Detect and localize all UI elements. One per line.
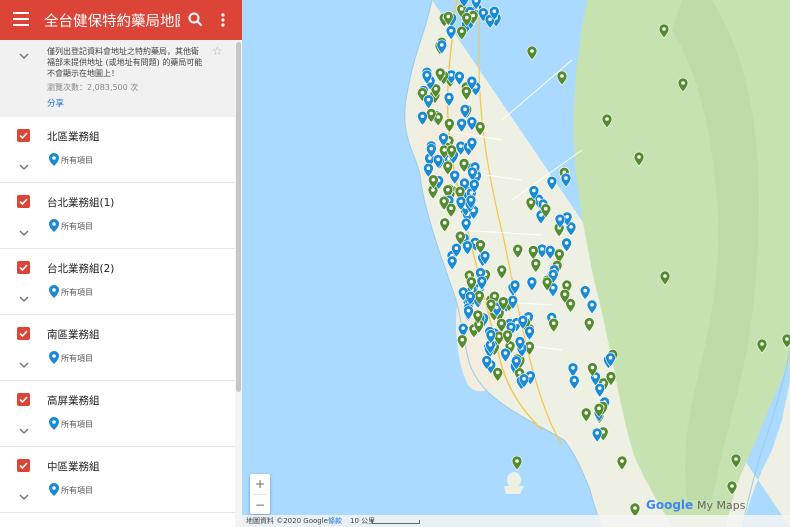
layer-items-label: 所有項目 [61,420,93,429]
layer-name[interactable]: 台北業務組(2) [47,261,114,276]
more-vert-icon[interactable] [215,10,231,30]
pin-icon [49,351,59,364]
layer-name[interactable]: 台北業務組(1) [47,195,114,210]
map-footer: 地圖資料 ©2020 Google 條款 10 公里 [242,515,790,527]
layer-items-label: 所有項目 [61,354,93,363]
expand-icon[interactable] [18,421,30,435]
layer-row: 中區業務組所有項目 [0,447,235,513]
layer-checkbox[interactable] [17,459,30,472]
map-description: 僅列出登記資料會地址之特約藥局，其他衛福部未提供地址 (或地址有問題) 的藥局可… [0,40,235,117]
header-bar: 全台健保特約藥局地圖 ... [0,0,242,40]
layer-row: 台北業務組(2) 所有項目 [0,249,235,315]
layer-checkbox[interactable] [17,129,30,142]
scale-bar [372,520,420,524]
my-maps-text: My Maps [697,499,746,512]
zoom-out-button[interactable]: − [250,495,270,515]
app: 全台健保特約藥局地圖 ... 僅列出登記資料會地址之特約藥局，其他衛福部未提供地… [0,0,790,527]
expand-icon[interactable] [18,355,30,369]
layer-row: 北區業務組所有項目 [0,117,235,183]
map-data-attribution: 地圖資料 ©2020 Google [246,517,328,525]
layer-row: 台北業務組(1) 所有項目 [0,183,235,249]
map-basemap [242,0,790,527]
menu-icon[interactable] [13,12,29,26]
pin-icon [49,153,59,166]
layer-items-label: 所有項目 [61,486,93,495]
google-logo-text: Google [646,498,694,512]
layer-name[interactable]: 北區業務組 [47,129,100,144]
pin-icon [49,219,59,232]
layer-items-label: 所有項目 [61,288,93,297]
layer-name[interactable]: 南區業務組 [47,327,100,342]
pin-icon [49,417,59,430]
view-count: 瀏覽次數：2,083,500 次 [47,83,139,92]
layer-checkbox[interactable] [17,261,30,274]
expand-icon[interactable] [18,223,30,237]
layer-items-label: 所有項目 [61,222,93,231]
search-icon[interactable] [186,10,206,30]
terms-link[interactable]: 條款 [328,516,342,526]
layer-row: 高屏業務組所有項目 [0,381,235,447]
star-icon[interactable]: ☆ [212,44,223,58]
description-text: 僅列出登記資料會地址之特約藥局，其他衛福部未提供地址 (或地址有問題) 的藥局可… [47,47,203,78]
pin-icon [49,483,59,496]
layer-checkbox[interactable] [17,393,30,406]
sidebar: 全台健保特約藥局地圖 ... 僅列出登記資料會地址之特約藥局，其他衛福部未提供地… [0,0,242,527]
layer-items-label: 所有項目 [61,156,93,165]
layer-row: 南區業務組所有項目 [0,315,235,381]
layer-name[interactable]: 高屏業務組 [47,393,100,408]
expand-icon[interactable] [18,487,30,501]
map-canvas[interactable]: + − Google My Maps 地圖資料 ©2020 Google 條款 … [242,0,790,527]
expand-icon[interactable] [18,289,30,303]
layer-checkbox[interactable] [17,327,30,340]
zoom-control: + − [250,474,270,514]
collapse-icon[interactable] [18,46,30,60]
share-link[interactable]: 分享 [47,97,64,109]
island [507,472,521,488]
scrollbar-thumb[interactable] [236,42,241,392]
layer-name[interactable]: 中區業務組 [47,459,100,474]
expand-icon[interactable] [18,157,30,171]
layer-checkbox[interactable] [17,195,30,208]
google-my-maps-logo: Google My Maps [646,498,745,512]
map-title[interactable]: 全台健保特約藥局地圖 ... [44,10,180,31]
pin-icon [49,285,59,298]
zoom-in-button[interactable]: + [250,474,270,494]
